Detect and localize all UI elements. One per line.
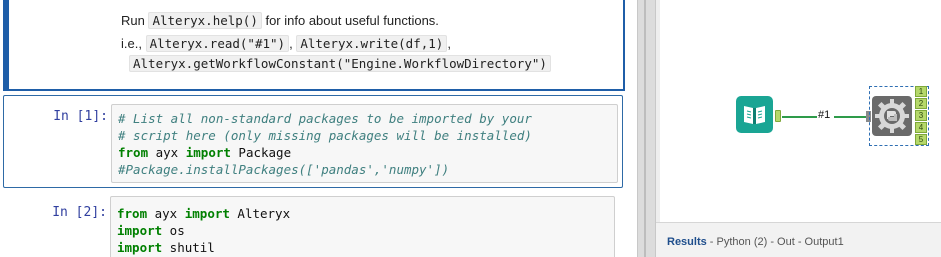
keyword: import — [117, 223, 163, 238]
input-prompt: In [2]: — [52, 205, 107, 220]
output-anchor-stack: 1 2 3 4 5 — [915, 86, 927, 145]
code-text: Package — [230, 145, 292, 160]
markdown-text: for info about useful functions. — [265, 13, 439, 28]
markdown-text: Run — [121, 13, 145, 28]
markdown-text: , — [447, 36, 451, 51]
code-line: # script here (only missing packages wil… — [118, 128, 532, 143]
output-anchor-3[interactable]: 3 — [915, 110, 927, 121]
inline-code: Alteryx.write(df,1) — [296, 35, 448, 52]
keyword: import — [117, 240, 163, 255]
code-cell[interactable]: In [1]: # List all non-standard packages… — [3, 95, 623, 188]
code-line: from ayx import Alteryx — [117, 206, 290, 221]
code-line: import os — [117, 223, 185, 238]
keyword: import — [184, 206, 230, 221]
output-anchor-5[interactable]: 5 — [915, 134, 927, 145]
connection-line[interactable] — [782, 116, 817, 118]
notebook-pane: Run Alteryx.help() for info about useful… — [0, 0, 637, 257]
code-text: Alteryx — [229, 206, 291, 221]
code-cell[interactable]: In [2]: from ayx import Alteryx import o… — [3, 195, 623, 257]
markdown-line: Run Alteryx.help() for info about useful… — [121, 12, 439, 29]
markdown-cell[interactable]: Run Alteryx.help() for info about useful… — [3, 0, 625, 91]
results-heading: Results - Python (2) - Out - Output1 — [667, 236, 844, 248]
book-icon — [744, 106, 765, 124]
code-line: #Package.installPackages(['pandas','nump… — [118, 162, 450, 177]
results-detail: - Python (2) - Out - Output1 — [706, 236, 844, 248]
inline-code: Alteryx.help() — [148, 12, 262, 29]
code-editor[interactable]: # List all non-standard packages to be i… — [111, 104, 618, 183]
code-text: os — [162, 223, 185, 238]
markdown-line: i.e., Alteryx.read("#1"), Alteryx.write(… — [121, 35, 451, 52]
results-panel-header[interactable]: Results - Python (2) - Out - Output1 — [656, 222, 941, 257]
code-editor[interactable]: from ayx import Alteryx import os import… — [110, 196, 615, 257]
results-title: Results — [667, 236, 707, 248]
code-text: ayx — [147, 206, 185, 221]
pane-splitter[interactable] — [637, 0, 656, 257]
python-tool[interactable] — [872, 96, 912, 136]
python-gear-icon — [875, 99, 909, 133]
canvas-border — [656, 0, 660, 222]
output-anchor-2[interactable]: 2 — [915, 98, 927, 109]
code-text: ayx — [148, 145, 186, 160]
markdown-text: , — [289, 36, 293, 51]
output-anchor[interactable] — [775, 110, 781, 122]
code-line: # List all non-standard packages to be i… — [118, 111, 532, 126]
code-line: import shutil — [117, 240, 215, 255]
markdown-line: Alteryx.getWorkflowConstant("Engine.Work… — [121, 55, 551, 72]
code-line: from ayx import Package — [118, 145, 291, 160]
inline-code: Alteryx.getWorkflowConstant("Engine.Work… — [129, 55, 551, 72]
input-data-tool[interactable] — [736, 96, 773, 133]
connection-line[interactable] — [834, 116, 866, 118]
connection-label: #1 — [818, 109, 831, 121]
keyword: import — [185, 145, 231, 160]
keyword: from — [118, 145, 149, 160]
inline-code: Alteryx.read("#1") — [145, 35, 290, 52]
markdown-text: i.e., — [121, 36, 142, 51]
input-prompt: In [1]: — [53, 109, 108, 124]
keyword: from — [117, 206, 148, 221]
workflow-canvas[interactable]: #1 1 2 3 4 5 — [656, 0, 941, 222]
code-text: shutil — [162, 240, 215, 255]
output-anchor-1[interactable]: 1 — [915, 86, 927, 97]
splitter-handle[interactable] — [644, 0, 646, 257]
output-anchor-4[interactable]: 4 — [915, 122, 927, 133]
